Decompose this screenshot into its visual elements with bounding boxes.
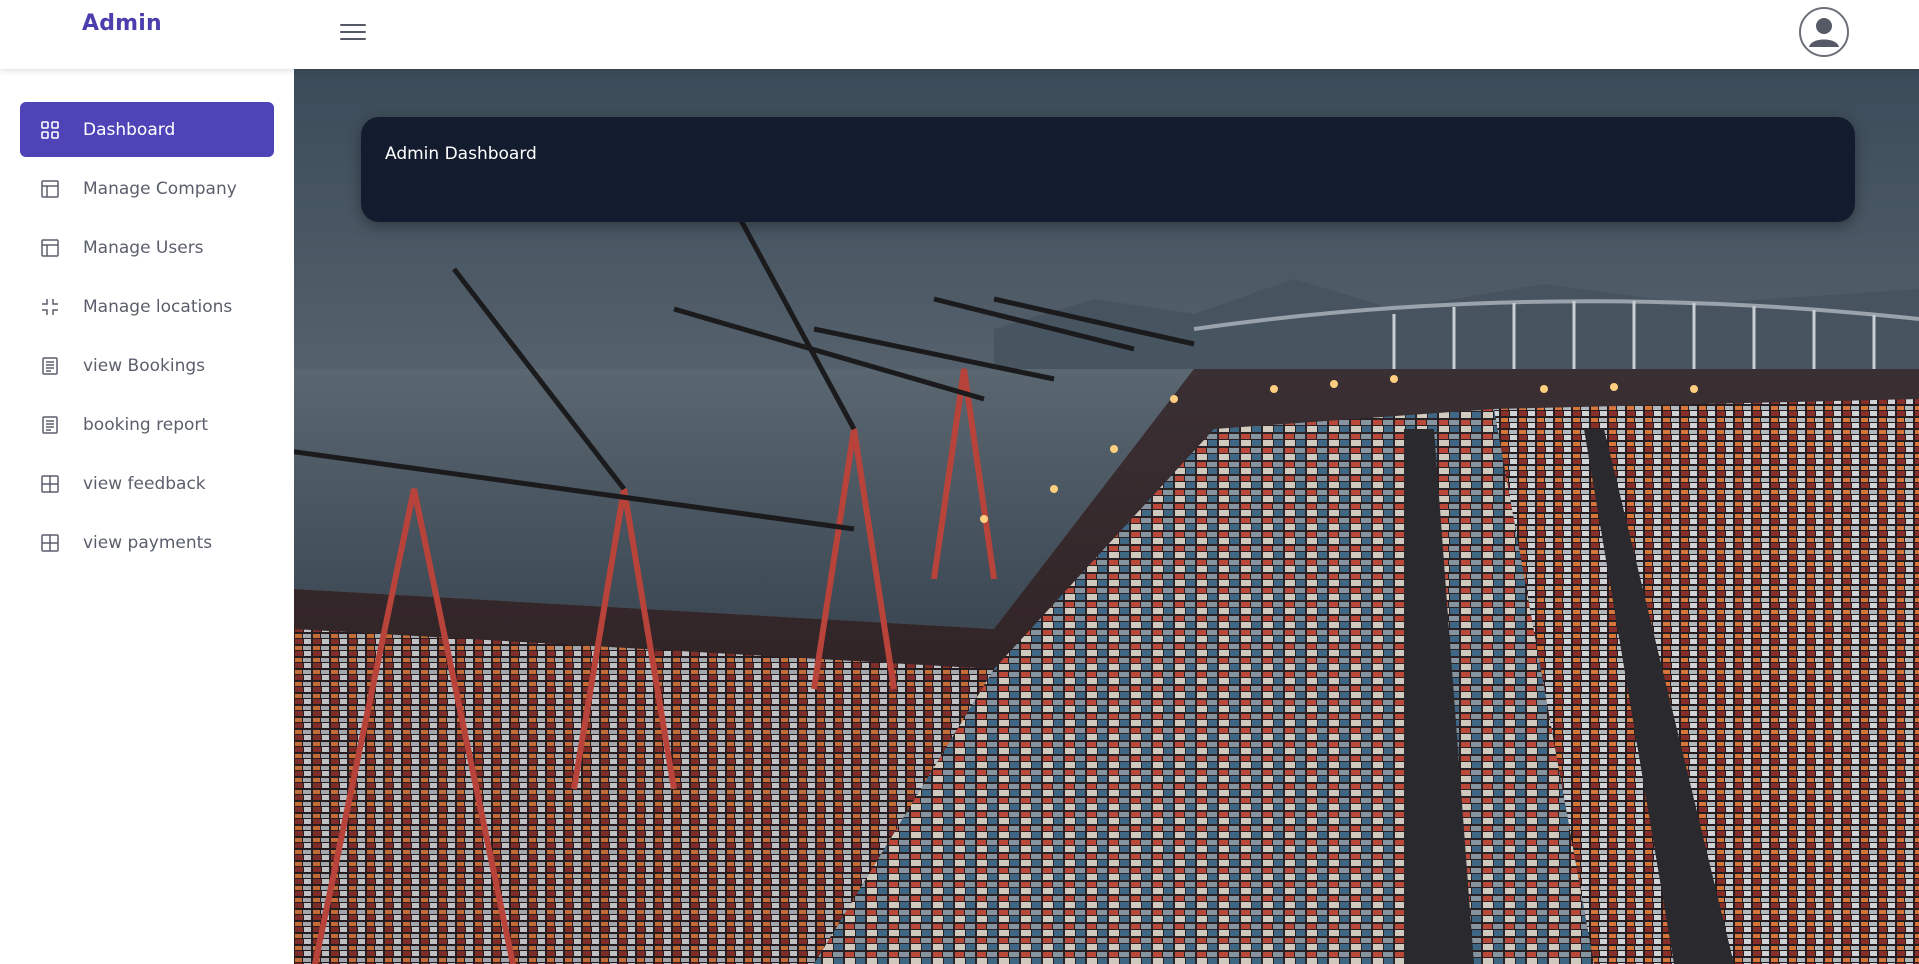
brand-title[interactable]: Admin	[82, 11, 162, 36]
sidebar-item-manage-users[interactable]: Manage Users	[20, 220, 274, 275]
sidebar-item-view-bookings[interactable]: view Bookings	[20, 338, 274, 393]
sidebar-item-dashboard[interactable]: Dashboard	[20, 102, 274, 157]
sidebar-item-label: Manage locations	[83, 296, 233, 317]
sidebar-item-manage-company[interactable]: Manage Company	[20, 161, 274, 216]
sidebar-item-label: Dashboard	[83, 119, 176, 140]
sidebar-item-label: Manage Company	[83, 178, 237, 199]
document-icon	[40, 415, 60, 435]
sidebar: Dashboard Manage Company Manage Users Ma…	[0, 69, 294, 964]
hamburger-menu-icon[interactable]	[340, 24, 366, 44]
sidebar-item-manage-locations[interactable]: Manage locations	[20, 279, 274, 334]
user-avatar-icon[interactable]	[1799, 7, 1849, 57]
main-content: Admin Dashboard	[294, 69, 1919, 964]
sidebar-item-label: view payments	[83, 532, 213, 553]
sidebar-item-label: view feedback	[83, 473, 206, 494]
page-title: Admin Dashboard	[385, 144, 537, 164]
layout-icon	[40, 179, 60, 199]
document-icon	[40, 356, 60, 376]
sidebar-menu: Dashboard Manage Company Manage Users Ma…	[0, 69, 294, 570]
sidebar-item-label: Manage Users	[83, 237, 204, 258]
dashboard-header-card: Admin Dashboard	[361, 117, 1855, 222]
grid-icon	[40, 120, 60, 140]
top-navbar: Admin	[0, 0, 1919, 69]
layout-icon	[40, 238, 60, 258]
sidebar-item-view-feedback[interactable]: view feedback	[20, 456, 274, 511]
collapse-icon	[40, 297, 60, 317]
table-icon	[40, 474, 60, 494]
sidebar-item-booking-report[interactable]: booking report	[20, 397, 274, 452]
sidebar-item-label: booking report	[83, 414, 209, 435]
sidebar-item-label: view Bookings	[83, 355, 206, 376]
sidebar-item-view-payments[interactable]: view payments	[20, 515, 274, 570]
table-icon	[40, 533, 60, 553]
